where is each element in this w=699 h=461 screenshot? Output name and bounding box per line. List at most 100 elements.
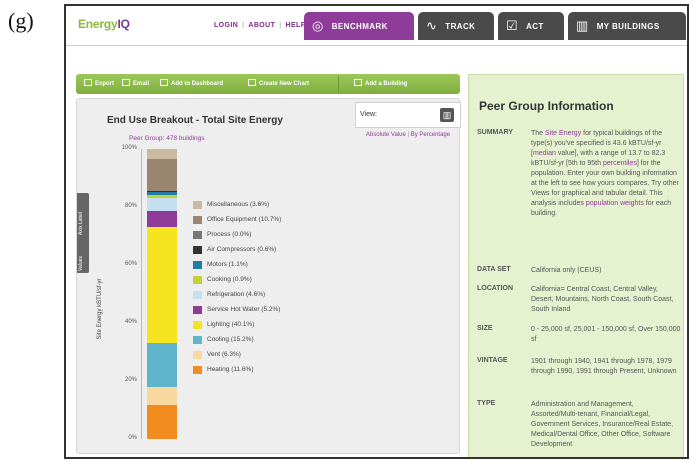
y-axis-line [141, 149, 142, 439]
side-tab-strip: Axis Label Values [77, 193, 89, 273]
legend-label: Motors (1.1%) [207, 261, 248, 268]
export-button[interactable]: Export [84, 79, 114, 87]
info-value: Administration and Management, Assorted/… [531, 400, 681, 450]
create-new-chart-button[interactable]: Create New Chart [248, 79, 309, 87]
legend-swatch [193, 291, 202, 299]
add-building-icon [354, 79, 362, 86]
legend-label: Heating (11.6%) [207, 366, 254, 373]
info-link[interactable]: Site Energy [545, 130, 581, 137]
legend-swatch [193, 366, 202, 374]
legend-label: Office Equipment (10.7%) [207, 216, 282, 223]
info-text: 0 - 25,000 sf, 25,001 - 150,000 sf, Over… [531, 326, 681, 343]
tab-act[interactable]: ☑ ACT [498, 12, 564, 40]
tab-benchmark[interactable]: ◎ BENCHMARK [304, 12, 414, 40]
bar-segment-office-equipment[interactable] [147, 159, 177, 191]
info-value: 1901 through 1940, 1941 through 1978, 19… [531, 357, 681, 377]
view-mode-links: Absolute Value | By Percentage [365, 132, 451, 138]
legend-swatch [193, 351, 202, 359]
app-window: EnergyIQ LOGIN | ABOUT | HELP ◎ BENCHMARK ∿ TR… [64, 4, 689, 459]
chart-icon [248, 79, 256, 86]
legend-label: Air Compressors (0.6%) [207, 246, 277, 253]
figure-label: (g) [8, 8, 34, 33]
info-title: Peer Group Information [479, 99, 614, 113]
info-link[interactable]: population weights [586, 200, 644, 207]
view-label: View: [360, 111, 377, 118]
bar-segment-cooling[interactable] [147, 342, 177, 388]
view-selector[interactable]: View: ▥ [355, 102, 461, 128]
info-text: 1901 through 1940, 1941 through 1978, 19… [531, 358, 677, 375]
info-key: TYPE [477, 400, 496, 407]
legend-swatch [193, 246, 202, 254]
info-value: California= Central Coast, Central Valle… [531, 285, 681, 315]
legend-label: Process (0.0%) [207, 231, 252, 238]
email-button[interactable]: Email [122, 79, 149, 87]
legend-label: Miscellaneous (3.6%) [207, 201, 270, 208]
bar-segment-vent[interactable] [147, 387, 177, 406]
info-value: The Site Energy for typical buildings of… [531, 129, 681, 219]
track-icon: ∿ [426, 18, 438, 33]
legend-swatch [193, 336, 202, 344]
login-link[interactable]: LOGIN [214, 22, 238, 29]
info-key: VINTAGE [477, 357, 508, 364]
benchmark-icon: ◎ [312, 18, 324, 33]
legend-label: Cooking (0.9%) [207, 276, 252, 283]
info-value: California only (CEUS) [531, 266, 681, 276]
info-link[interactable]: median [533, 150, 556, 157]
buildings-icon: ▥ [576, 18, 589, 33]
help-link[interactable]: HELP [286, 22, 306, 29]
legend-label: Cooling (15.2%) [207, 336, 254, 343]
info-key: DATA SET [477, 266, 511, 273]
bar-segment-motors[interactable] [147, 192, 177, 196]
axis-label-tab[interactable]: Axis Label [78, 205, 84, 235]
add-to-dashboard-button[interactable]: Add to Dashboard [160, 79, 223, 87]
app-logo[interactable]: EnergyIQ [78, 17, 130, 31]
tab-my-buildings[interactable]: ▥ MY BUILDINGS [568, 12, 686, 40]
info-key: SUMMARY [477, 129, 513, 136]
info-text: California only (CEUS) [531, 267, 602, 274]
values-tab[interactable]: Values [78, 241, 84, 271]
by-percentage-link[interactable]: By Percentage [411, 132, 450, 138]
info-value: 0 - 25,000 sf, 25,001 - 150,000 sf, Over… [531, 325, 681, 345]
legend-swatch [193, 276, 202, 284]
legend-label: Lighting (40.1%) [207, 321, 255, 328]
top-navigation: EnergyIQ LOGIN | ABOUT | HELP ◎ BENCHMARK ∿ TR… [66, 6, 687, 46]
y-tick-label: 60% [124, 261, 137, 267]
tab-track[interactable]: ∿ TRACK [418, 12, 494, 40]
bar-segment-refrigeration[interactable] [147, 198, 177, 212]
y-tick-label: 0% [128, 435, 137, 441]
legend-swatch [193, 306, 202, 314]
legend-label: Service Hot Water (5.2%) [207, 306, 281, 313]
legend-label: Vent (6.3%) [207, 351, 241, 358]
legend-swatch [193, 261, 202, 269]
info-link[interactable]: percentiles [603, 160, 637, 167]
legend-swatch [193, 321, 202, 329]
chart-panel: End Use Breakout - Total Site Energy Pee… [76, 98, 461, 454]
chart-toolbar: Export Email Add to Dashboard Create New… [76, 74, 460, 94]
info-text: The [531, 130, 546, 137]
absolute-value-link[interactable]: Absolute Value [366, 132, 406, 138]
info-key: LOCATION [477, 285, 514, 292]
bar-chart-icon[interactable]: ▥ [440, 108, 454, 122]
bar-segment-service-hot-water[interactable] [147, 211, 177, 227]
info-text: Administration and Management, Assorted/… [531, 401, 674, 448]
y-tick-label: 40% [124, 319, 137, 325]
bar-segment-miscellaneous[interactable] [147, 149, 177, 160]
add-icon [160, 79, 168, 86]
y-tick-label: 80% [124, 203, 137, 209]
add-building-button[interactable]: Add a Building [354, 79, 407, 87]
bar-segment-lighting[interactable] [147, 226, 177, 343]
legend-swatch [193, 231, 202, 239]
about-link[interactable]: ABOUT [248, 22, 275, 29]
legend-label: Refrigeration (4.6%) [207, 291, 266, 298]
export-icon [84, 79, 92, 86]
info-key: SIZE [477, 325, 493, 332]
legend-swatch [193, 216, 202, 224]
y-axis-label: Site Energy kBTU/sf-yr [97, 278, 103, 340]
bar-segment-air-compressors[interactable] [147, 190, 177, 193]
stacked-bar [147, 149, 177, 439]
peer-group-link[interactable]: Peer Group: 478 buildings [129, 135, 205, 142]
bar-segment-cooking[interactable] [147, 195, 177, 199]
toolbar-divider [338, 76, 339, 92]
legend-swatch [193, 201, 202, 209]
bar-segment-heating[interactable] [147, 405, 177, 439]
